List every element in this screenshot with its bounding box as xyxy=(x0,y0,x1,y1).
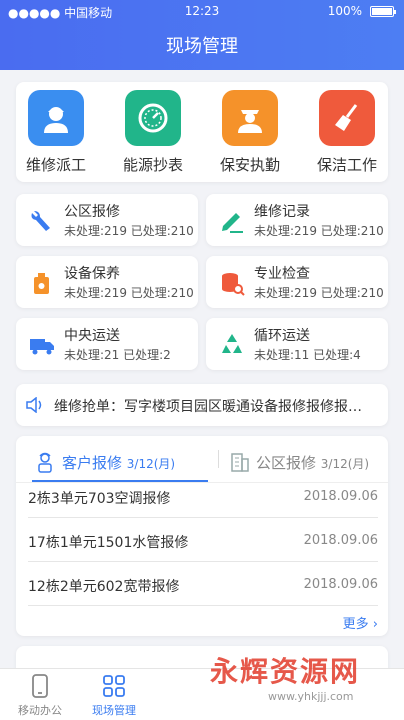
quick-action-energy-meter[interactable]: 能源抄表 xyxy=(113,90,193,175)
repair-date: 2018.09.06 xyxy=(303,577,378,592)
tile-stats: 未处理:219 已处理:210 xyxy=(64,224,194,238)
tab-count: 3/12(月) xyxy=(320,457,370,471)
tile-professional-inspection[interactable]: 专业检查 未处理:219 已处理:210 xyxy=(206,256,388,308)
tile-name: 设备保养 xyxy=(64,266,120,282)
tab-divider xyxy=(218,450,219,468)
repair-row[interactable]: 17栋1单元1501水管报修 2018.09.06 xyxy=(28,518,378,562)
more-link[interactable]: 更多 › xyxy=(343,613,378,632)
quick-action-security-duty[interactable]: 保安执勤 xyxy=(210,90,290,175)
tile-name: 循环运送 xyxy=(254,328,310,344)
tab-site-management[interactable]: 现场管理 xyxy=(74,673,154,718)
phone-icon xyxy=(27,673,53,699)
watermark-logo: 永辉资源网 xyxy=(210,655,361,688)
tab-mobile-office[interactable]: 移动办公 xyxy=(0,673,80,718)
database-search-icon xyxy=(218,269,246,297)
tile-name: 维修记录 xyxy=(254,204,310,220)
tab-label: 现场管理 xyxy=(92,704,136,717)
tile-name: 公区报修 xyxy=(64,204,120,220)
status-bar: ●●●●● 中国移动 12:23 100% xyxy=(0,0,404,22)
tile-stats: 未处理:21 已处理:2 xyxy=(64,348,171,362)
quick-action-label: 能源抄表 xyxy=(122,156,183,174)
notice-bar[interactable]: 维修抢单：写字楼项目园区暖通设备报修报修报… xyxy=(16,384,388,426)
repair-date: 2018.09.06 xyxy=(303,489,378,504)
quick-action-cleaning[interactable]: 保洁工作 xyxy=(307,90,387,175)
repair-date: 2018.09.06 xyxy=(303,533,378,548)
pencil-icon xyxy=(218,207,246,235)
app-header: ●●●●● 中国移动 12:23 100% 现场管理 xyxy=(0,0,404,70)
page-title: 现场管理 xyxy=(166,36,238,57)
grid-icon xyxy=(101,673,127,699)
truck-icon xyxy=(28,331,56,359)
oil-can-icon xyxy=(28,269,56,297)
repair-title: 12栋2单元602宽带报修 xyxy=(28,579,180,595)
tile-name: 中央运送 xyxy=(64,328,120,344)
tile-stats: 未处理:219 已处理:210 xyxy=(254,286,384,300)
quick-action-label: 维修派工 xyxy=(25,156,86,174)
notice-text: 维修抢单：写字楼项目园区暖通设备报修报修报… xyxy=(54,399,362,415)
tile-repair-records[interactable]: 维修记录 未处理:219 已处理:210 xyxy=(206,194,388,246)
quick-actions-panel: 维修派工 能源抄表 保安执勤 保洁工作 xyxy=(16,82,388,182)
repair-panel: 客户报修 3/12(月) 公区报修 3/12(月) 2栋3单元703空调报修 2… xyxy=(16,436,388,636)
wrench-icon xyxy=(28,207,56,235)
tile-stats: 未处理:11 已处理:4 xyxy=(254,348,361,362)
repair-row[interactable]: 2栋3单元703空调报修 2018.09.06 xyxy=(28,474,378,518)
battery-percent: 100% xyxy=(327,4,362,18)
tile-name: 专业检查 xyxy=(254,266,310,282)
building-icon xyxy=(230,450,250,476)
tile-cycle-transport[interactable]: 循环运送 未处理:11 已处理:4 xyxy=(206,318,388,370)
quick-action-label: 保洁工作 xyxy=(316,156,377,174)
quick-action-repair-dispatch[interactable]: 维修派工 xyxy=(16,90,96,175)
battery-icon xyxy=(370,6,396,17)
chevron-right-icon: › xyxy=(372,617,378,632)
tab-label: 移动办公 xyxy=(18,704,62,717)
repair-row[interactable]: 12栋2单元602宽带报修 2018.09.06 xyxy=(28,562,378,606)
quick-action-label: 保安执勤 xyxy=(219,156,280,174)
guard-icon xyxy=(222,90,278,146)
tile-central-transport[interactable]: 中央运送 未处理:21 已处理:2 xyxy=(16,318,198,370)
tab-count: 3/12(月) xyxy=(126,457,176,471)
watermark-url: www.yhkjjj.com xyxy=(268,690,354,703)
tile-stats: 未处理:219 已处理:210 xyxy=(254,224,384,238)
tab-label: 公区报修 xyxy=(256,454,317,472)
tile-public-repair[interactable]: 公区报修 未处理:219 已处理:210 xyxy=(16,194,198,246)
more-label: 更多 xyxy=(342,617,369,632)
recycle-icon xyxy=(218,331,246,359)
speaker-icon xyxy=(26,396,44,417)
repair-title: 17栋1单元1501水管报修 xyxy=(28,535,189,551)
repair-title: 2栋3单元703空调报修 xyxy=(28,491,171,507)
worker-icon xyxy=(28,90,84,146)
tile-stats: 未处理:219 已处理:210 xyxy=(64,286,194,300)
meter-icon xyxy=(125,90,181,146)
tile-equipment-maintenance[interactable]: 设备保养 未处理:219 已处理:210 xyxy=(16,256,198,308)
tab-label: 客户报修 xyxy=(62,454,123,472)
broom-icon xyxy=(319,90,375,146)
